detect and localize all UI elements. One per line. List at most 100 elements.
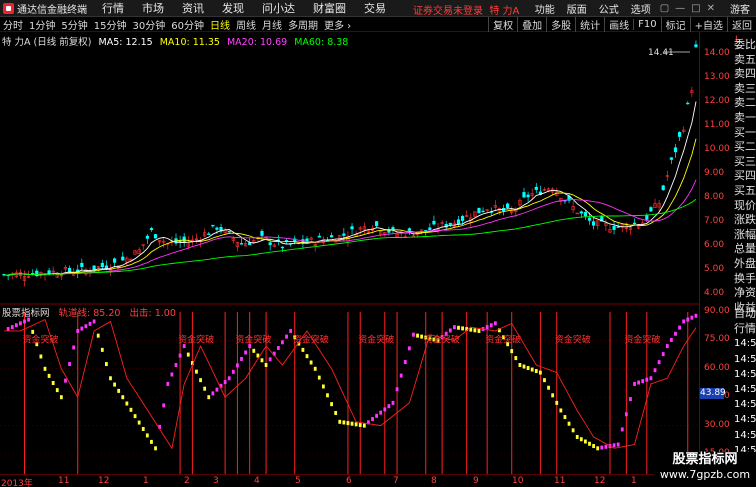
indicator-bar [694,313,698,318]
menu-faxian[interactable]: 发现 [213,0,253,16]
indicator-bar [260,358,264,363]
tool-diejia[interactable]: 叠加 [517,17,546,32]
candle [677,132,682,137]
menu-shichang[interactable]: 市场 [133,0,173,16]
period-5min[interactable]: 5分钟 [58,17,90,32]
indicator-bar [92,319,96,324]
tick-time-3: 14:5 [734,384,756,396]
menu-wenxiaoda[interactable]: 问小达 [253,0,304,16]
menu-xuanxiang[interactable]: 选项 [625,1,657,16]
menu-gongneng[interactable]: 功能 [529,1,561,16]
tool-tongji[interactable]: 统计 [575,17,604,32]
indicator-bar [330,402,333,407]
indicator-bar [137,420,141,425]
indicator-bar [477,328,481,333]
menu-zixun[interactable]: 资讯 [173,0,213,16]
tool-huaxian[interactable]: 画线 [604,17,633,32]
indicator-bar [518,363,522,368]
indicator-bar [596,446,600,451]
indicator-bar [68,362,71,367]
candle [407,228,411,231]
period-multi[interactable]: 多周期 [285,17,321,32]
candle [112,258,117,263]
indicator-bar [457,325,460,330]
indicator-bar [55,388,59,393]
candle [432,220,436,225]
period-1min[interactable]: 1分钟 [26,17,58,32]
indicator-bar [207,395,211,400]
tool-biaoji[interactable]: 标记 [660,17,690,32]
tool-fuquan[interactable]: 复权 [488,17,517,32]
candle [145,235,149,239]
indicator-bar [420,334,424,339]
indicator-bar [301,347,305,352]
candle [506,203,510,208]
candle [526,194,530,198]
tool-duogu[interactable]: 多股 [546,17,575,32]
date-tick: 2 [184,476,190,486]
price-tick: 14.00 [704,48,730,58]
indicator-bar [350,421,354,426]
indicator-bar [526,366,530,371]
login-notice[interactable]: 证券交易未登录 特 力A [413,2,519,17]
indicator-bar [244,350,247,355]
indicator-bar [317,375,321,380]
indicator-tick: 60.00 [704,362,730,373]
candle [182,236,186,242]
quote-side-panel: 委比 卖五 卖四 卖三 卖二 卖一 买一 买二 买三 买四 买五 现价 涨跌 涨幅 总量 外盘 换手 净资 收益 [734,38,756,314]
period-more[interactable]: 更多 › [321,17,354,32]
indicator-bar [690,315,694,320]
period-30min[interactable]: 30分钟 [129,17,168,32]
close-icon[interactable]: ✕ [704,3,718,14]
maximize-icon[interactable]: □ [688,3,703,14]
candle [215,227,219,230]
period-60min[interactable]: 60分钟 [168,17,207,32]
indicator-bar [80,326,84,331]
side-auto[interactable]: 自动 [734,306,756,321]
candle [391,227,395,230]
period-15min[interactable]: 15分钟 [91,17,130,32]
indicator-tick: 90.00 [704,306,730,316]
menu-gongshi[interactable]: 公式 [593,1,625,16]
menu-hangqing[interactable]: 行情 [93,0,133,16]
restore-icon[interactable]: ▢ [657,3,672,14]
indicator-legend: 股票指标网 轨道线: 85.20 出击: 1.00 [2,305,182,319]
indicator-bar [604,444,608,449]
indicator-bar [661,352,665,357]
window-buttons: ▢ — □ ✕ [657,3,718,14]
track-line [4,318,697,450]
signal-label: 资金突破 [485,333,521,345]
tool-f10[interactable]: F10 [633,19,660,30]
side-label-12: 涨跌 [734,213,756,227]
signal-label: 资金突破 [293,333,329,345]
candle [342,233,346,236]
indicator-bar [166,381,170,386]
indicator-bar [649,376,653,381]
indicator-bar [100,347,104,352]
side-hangqing[interactable]: 行情 [734,321,756,336]
period-monthly[interactable]: 月线 [259,17,285,32]
minimize-icon[interactable]: — [672,3,688,14]
signal-label: 资金突破 [235,333,271,345]
indicator-bar [342,420,346,425]
user-label[interactable]: 游客 [724,1,756,16]
period-fenshi[interactable]: 分时 [0,17,26,32]
menu-banmian[interactable]: 版面 [561,1,593,16]
period-weekly[interactable]: 周线 [233,17,259,32]
indicator-bar [23,319,26,324]
indicator-bar [154,446,157,451]
indicator-bar [579,437,583,442]
indicator-bar [162,403,166,408]
indicator-bar [485,325,489,330]
kline-chart[interactable]: 14.41 资金突破 资金突破 资金突破 资金突破 资金突破 资金突破 资金突破 资金突破 资金突… [0,32,700,474]
chart-toolbar: 复权 叠加 多股 统计 画线 F10 标记 +自选 返回 [488,17,756,32]
date-tick: 2013年 [1,479,33,487]
tool-add-watchlist[interactable]: +自选 [689,17,727,32]
price-tick: 9.00 [704,168,725,178]
candle [632,222,637,225]
menu-caifuquan[interactable]: 财富圈 [304,0,355,16]
menu-jiaoyi[interactable]: 交易 [355,0,395,16]
tool-back[interactable]: 返回 [727,17,756,32]
date-tick: 6 [346,476,352,486]
period-daily[interactable]: 日线 [207,17,233,32]
